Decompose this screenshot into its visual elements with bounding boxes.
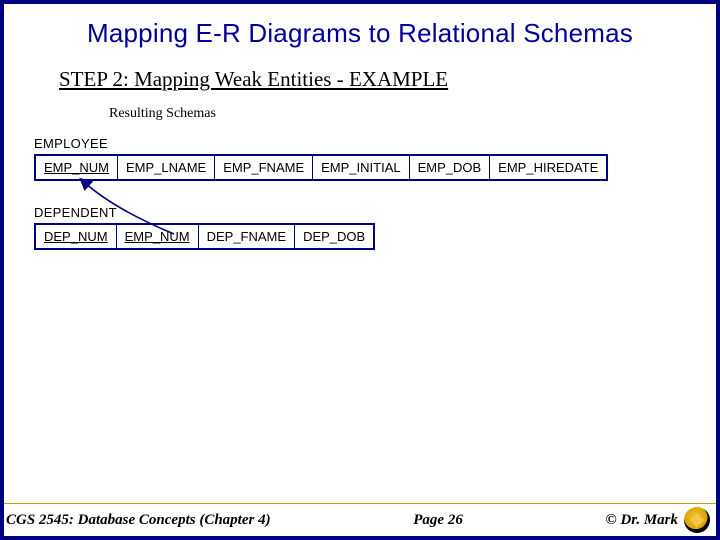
schema-column: EMP_HIREDATE	[490, 155, 608, 180]
slide: Mapping E-R Diagrams to Relational Schem…	[0, 0, 720, 540]
footer: CGS 2545: Database Concepts (Chapter 4) …	[4, 504, 716, 536]
employee-table-wrap: EMP_NUMEMP_LNAMEEMP_FNAMEEMP_INITIALEMP_…	[4, 154, 716, 181]
dependent-schema-table: DEP_NUMEMP_NUMDEP_FNAMEDEP_DOB	[34, 223, 375, 250]
table-row: EMP_NUMEMP_LNAMEEMP_FNAMEEMP_INITIALEMP_…	[35, 155, 607, 180]
schema-column: DEP_NUM	[35, 224, 116, 249]
schema-column: EMP_NUM	[35, 155, 118, 180]
employee-schema-table: EMP_NUMEMP_LNAMEEMP_FNAMEEMP_INITIALEMP_…	[34, 154, 608, 181]
footer-course: CGS 2545: Database Concepts (Chapter 4)	[6, 512, 271, 529]
footer-page: Page 26	[271, 512, 606, 529]
ucf-logo-icon	[684, 507, 710, 533]
table-row: DEP_NUMEMP_NUMDEP_FNAMEDEP_DOB	[35, 224, 374, 249]
step-subtitle: STEP 2: Mapping Weak Entities - EXAMPLE	[59, 67, 716, 92]
schema-column: DEP_FNAME	[198, 224, 294, 249]
schema-column: EMP_LNAME	[118, 155, 215, 180]
schema-column: EMP_FNAME	[215, 155, 313, 180]
slide-title: Mapping E-R Diagrams to Relational Schem…	[4, 18, 716, 49]
schema-column: EMP_INITIAL	[313, 155, 409, 180]
schema-column: EMP_DOB	[409, 155, 490, 180]
dependent-table-name: DEPENDENT	[34, 205, 716, 220]
employee-table-name: EMPLOYEE	[34, 136, 716, 151]
schema-column: DEP_DOB	[295, 224, 375, 249]
schema-column: EMP_NUM	[116, 224, 198, 249]
footer-author: © Dr. Mark	[606, 512, 678, 529]
resulting-schemas-label: Resulting Schemas	[109, 106, 716, 122]
